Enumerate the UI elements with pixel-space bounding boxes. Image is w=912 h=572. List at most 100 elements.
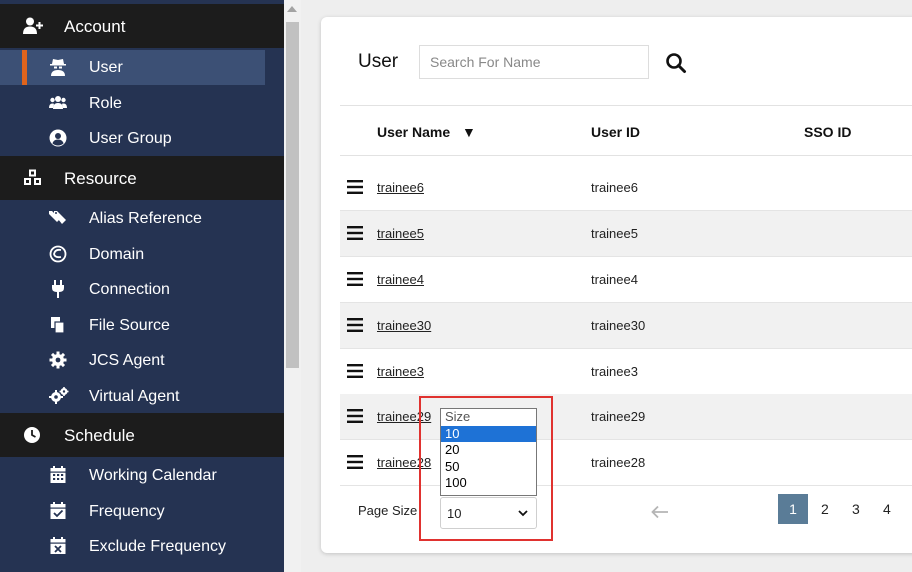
globe-icon — [49, 245, 67, 263]
hamburger-menu-icon[interactable] — [347, 180, 363, 194]
page-title: User — [358, 51, 399, 72]
user-name-link[interactable]: trainee5 — [377, 226, 424, 241]
clock-icon — [24, 427, 40, 443]
search-input[interactable] — [419, 45, 649, 79]
user-id-cell: trainee5 — [591, 226, 638, 241]
sidebar: Account User Role User Group Resource Al… — [0, 0, 284, 572]
sidebar-item-frequency[interactable]: Frequency — [0, 494, 284, 529]
gears-icon — [49, 387, 69, 404]
user-id-cell: trainee28 — [591, 455, 646, 470]
table-row: trainee6 trainee6 — [340, 165, 912, 211]
sidebar-item-label: User Group — [89, 130, 172, 147]
hamburger-menu-icon[interactable] — [347, 318, 363, 332]
user-id-cell: trainee3 — [591, 364, 638, 379]
plug-icon — [52, 280, 64, 298]
users-icon — [49, 96, 67, 109]
calendar-check-icon — [50, 502, 66, 519]
arrow-left-icon[interactable] — [651, 505, 669, 519]
sidebar-item-user[interactable]: User — [0, 50, 265, 85]
user-id-cell: trainee4 — [591, 272, 638, 287]
sidebar-section-account[interactable]: Account — [0, 4, 284, 48]
page-size-select[interactable]: 10 — [440, 497, 537, 529]
sidebar-item-user-group[interactable]: User Group — [0, 121, 284, 156]
table-row: trainee29 trainee29 — [340, 394, 912, 440]
sidebar-section-label: Schedule — [64, 426, 135, 445]
sidebar-item-label: JCS Agent — [89, 352, 165, 369]
sidebar-item-domain[interactable]: Domain — [0, 237, 284, 272]
user-name-link[interactable]: trainee29 — [377, 409, 431, 424]
sidebar-item-label: Frequency — [89, 503, 165, 520]
user-name-link[interactable]: trainee28 — [377, 455, 431, 470]
hamburger-menu-icon[interactable] — [347, 226, 363, 240]
table-row: trainee30 trainee30 — [340, 303, 912, 349]
gear-icon — [49, 351, 67, 369]
sidebar-item-label: Connection — [89, 281, 170, 298]
dropdown-option-10[interactable]: 10 — [441, 425, 536, 442]
sidebar-item-file-source[interactable]: File Source — [0, 308, 284, 343]
user-name-link[interactable]: trainee6 — [377, 180, 424, 195]
page-button-4[interactable]: 4 — [883, 501, 891, 517]
hamburger-menu-icon[interactable] — [347, 272, 363, 286]
sidebar-item-virtual-agent[interactable]: Virtual Agent — [0, 379, 284, 414]
hamburger-menu-icon[interactable] — [347, 455, 363, 469]
user-secret-icon — [50, 59, 66, 76]
sidebar-item-label: File Source — [89, 317, 170, 334]
copy-icon — [51, 317, 65, 334]
table-row: trainee3 trainee3 — [340, 349, 912, 395]
user-plus-icon — [23, 17, 43, 34]
dropdown-option-100[interactable]: 100 — [441, 475, 536, 492]
column-header-user-id[interactable]: User ID — [591, 124, 640, 140]
table-row: trainee5 trainee5 — [340, 211, 912, 257]
sidebar-section-label: Resource — [64, 169, 137, 188]
chevron-down-icon — [518, 510, 528, 517]
table-header: User Name ▼ User ID SSO ID — [340, 105, 912, 156]
sidebar-item-label: Exclude Frequency — [89, 538, 226, 555]
search-icon[interactable] — [665, 52, 687, 74]
sidebar-item-label: Domain — [89, 246, 145, 263]
sidebar-item-label: User — [89, 59, 123, 76]
sidebar-scroll-thumb[interactable] — [286, 22, 299, 368]
page-button-2[interactable]: 2 — [821, 501, 829, 517]
user-id-cell: trainee30 — [591, 318, 646, 333]
sidebar-item-role[interactable]: Role — [0, 86, 284, 121]
column-header-user-name[interactable]: User Name ▼ — [377, 124, 476, 140]
sidebar-item-label: Working Calendar — [89, 467, 217, 484]
page-size-value: 10 — [447, 506, 462, 521]
table-row: trainee4 trainee4 — [340, 257, 912, 303]
calendar-icon — [50, 466, 66, 483]
dropdown-option-50[interactable]: 50 — [441, 459, 536, 476]
dropdown-option-size[interactable]: Size — [441, 409, 536, 426]
user-name-link[interactable]: trainee3 — [377, 364, 424, 379]
user-id-cell: trainee29 — [591, 409, 646, 424]
sidebar-item-jcs-agent[interactable]: JCS Agent — [0, 343, 284, 378]
sidebar-item-alias-reference[interactable]: Alias Reference — [0, 201, 284, 236]
sidebar-section-schedule[interactable]: Schedule — [0, 413, 284, 457]
page-button-3[interactable]: 3 — [852, 501, 860, 517]
user-name-link[interactable]: trainee4 — [377, 272, 424, 287]
tags-icon — [49, 211, 66, 224]
sidebar-section-resource[interactable]: Resource — [0, 156, 284, 200]
user-panel: User User Name ▼ User ID SSO ID trainee6… — [321, 17, 912, 553]
cubes-icon — [24, 169, 41, 185]
sidebar-item-connection[interactable]: Connection — [0, 272, 284, 307]
user-name-link[interactable]: trainee30 — [377, 318, 431, 333]
dropdown-option-20[interactable]: 20 — [441, 442, 536, 459]
page-size-dropdown: Size 10 20 50 100 — [440, 408, 537, 496]
sort-desc-icon[interactable]: ▼ — [462, 124, 476, 140]
page-size-label: Page Size — [358, 503, 418, 518]
sidebar-item-exclude-frequency[interactable]: Exclude Frequency — [0, 529, 284, 564]
sidebar-item-working-calendar[interactable]: Working Calendar — [0, 458, 284, 493]
hamburger-menu-icon[interactable] — [347, 364, 363, 378]
page-button-1[interactable]: 1 — [778, 494, 808, 524]
sidebar-item-label: Alias Reference — [89, 210, 202, 227]
sidebar-section-label: Account — [64, 17, 126, 36]
calendar-times-icon — [50, 537, 66, 554]
sidebar-item-label: Virtual Agent — [89, 388, 180, 405]
user-id-cell: trainee6 — [591, 180, 638, 195]
scroll-up-icon[interactable] — [287, 6, 297, 12]
table-row: trainee28 trainee28 — [340, 440, 912, 486]
column-header-sso-id[interactable]: SSO ID — [804, 124, 851, 140]
sidebar-item-label: Role — [89, 95, 122, 112]
hamburger-menu-icon[interactable] — [347, 409, 363, 423]
user-circle-icon — [49, 129, 67, 147]
